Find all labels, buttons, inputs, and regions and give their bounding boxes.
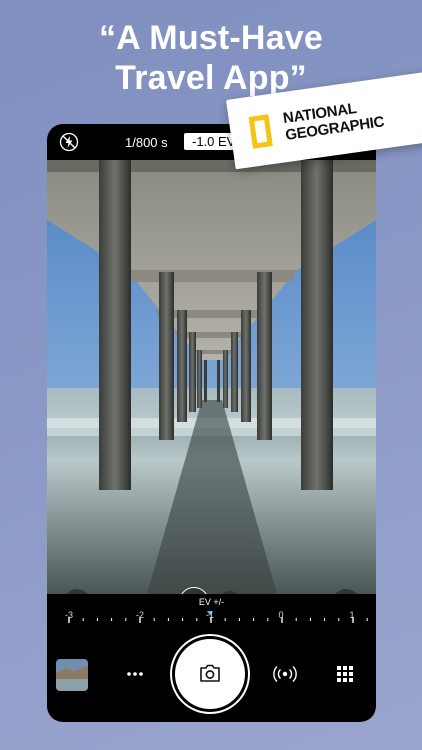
- gallery-thumbnail-image: [56, 659, 88, 691]
- national-geographic-logo-icon: [248, 114, 273, 149]
- more-dots-icon[interactable]: [125, 664, 145, 684]
- shutter-speed-readout[interactable]: 1/800 s: [125, 135, 168, 150]
- ev-label: -1: [205, 610, 215, 620]
- ev-label: -2: [135, 610, 145, 620]
- pier-scene-image: [47, 160, 376, 594]
- gallery-thumbnail[interactable]: [56, 659, 88, 691]
- grid-menu-icon[interactable]: [335, 664, 355, 684]
- shutter-button[interactable]: [175, 639, 245, 709]
- phone-screen: 1/800 s -1.0 EV EV +/- -3 -2 -1 0 1: [47, 124, 376, 722]
- badge-text: NATIONAL GEOGRAPHIC: [282, 96, 385, 144]
- ev-label: 0: [278, 610, 284, 620]
- headline-line-1: “A Must-Have: [98, 19, 324, 57]
- ev-scale-title: EV +/-: [198, 597, 225, 607]
- ev-label: -3: [64, 610, 74, 620]
- camera-viewfinder[interactable]: WB 1× 2: [47, 160, 376, 594]
- live-broadcast-icon[interactable]: [271, 662, 299, 686]
- ev-label: 1: [349, 610, 355, 620]
- flash-off-icon[interactable]: [59, 132, 79, 152]
- camera-bottom-bar: [47, 639, 376, 722]
- camera-icon: [200, 664, 220, 682]
- ev-adjust-scale[interactable]: EV +/- -3 -2 -1 0 1: [47, 594, 376, 644]
